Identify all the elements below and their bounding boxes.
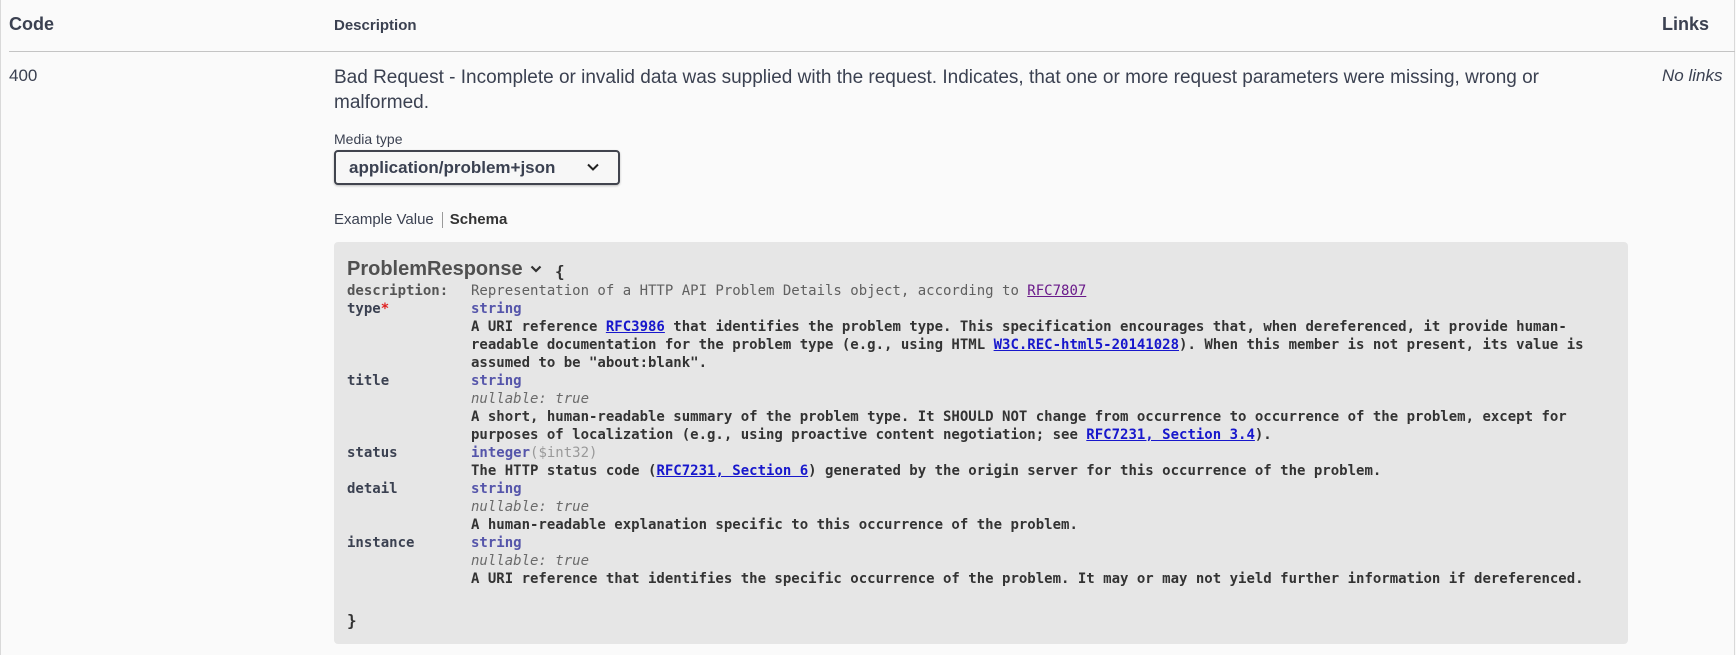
response-code: 400 <box>9 66 38 85</box>
prop-detail-value: string nullable: true A human-readable e… <box>471 480 1611 534</box>
prop-type-datatype: string <box>471 301 522 317</box>
response-links: No links <box>1662 66 1723 85</box>
model-name: ProblemResponse <box>347 258 523 280</box>
model-toggle[interactable]: ProblemResponse <box>347 258 543 280</box>
prop-instance-key: instance <box>347 535 415 551</box>
prop-detail-nullable: nullable: true <box>471 499 590 515</box>
prop-instance-description: A URI reference that identifies the spec… <box>471 571 1584 587</box>
tab-schema[interactable]: Schema <box>450 211 508 228</box>
tab-divider <box>441 211 443 228</box>
media-type-select[interactable]: application/problem+json <box>334 150 620 185</box>
rfc3986-link[interactable]: RFC3986 <box>606 319 665 335</box>
prop-instance-datatype: string <box>471 535 522 551</box>
required-marker: * <box>380 301 390 317</box>
header-code: Code <box>9 14 54 34</box>
prop-type-description: A URI reference RFC3986 that identifies … <box>471 319 1584 371</box>
prop-type-value: string A URI reference RFC3986 that iden… <box>471 300 1611 372</box>
header-description: Description <box>334 17 417 34</box>
prop-status-datatype: integer($int32) <box>471 445 598 461</box>
rfc7231-6-link[interactable]: RFC7231, Section 6 <box>656 463 808 479</box>
prop-status-description: The HTTP status code (RFC7231, Section 6… <box>471 463 1382 479</box>
prop-detail-datatype: string <box>471 481 522 497</box>
chevron-down-icon <box>587 163 599 171</box>
tab-example-value[interactable]: Example Value <box>334 211 434 228</box>
prop-title-nullable: nullable: true <box>471 391 590 407</box>
prop-detail-description: A human-readable explanation specific to… <box>471 517 1078 533</box>
header-links: Links <box>1662 14 1710 34</box>
media-type-label: Media type <box>334 131 403 147</box>
prop-status-key: status <box>347 445 398 461</box>
brace-close: } <box>347 611 357 630</box>
w3c-html5-link[interactable]: W3C.REC-html5-20141028 <box>994 337 1179 353</box>
prop-title-datatype: string <box>471 373 522 389</box>
description-key: description: <box>347 283 449 299</box>
prop-type-key: type* <box>347 301 390 317</box>
prop-status-value: integer($int32) The HTTP status code (RF… <box>471 444 1611 480</box>
media-type-value: application/problem+json <box>349 157 556 177</box>
prop-detail-key: detail <box>347 481 398 497</box>
model-description: Representation of a HTTP API Problem Det… <box>471 283 1087 299</box>
prop-title-key: title <box>347 373 390 389</box>
example-schema-tabs: Example Value Schema <box>334 211 507 228</box>
prop-title-description: A short, human-readable summary of the p… <box>471 409 1567 443</box>
prop-title-value: string nullable: true A short, human-rea… <box>471 372 1611 444</box>
brace-open: { <box>555 262 565 281</box>
chevron-down-icon <box>530 265 541 273</box>
prop-instance-value: string nullable: true A URI reference th… <box>471 534 1611 588</box>
rfc7807-link[interactable]: RFC7807 <box>1027 283 1086 299</box>
responses-panel: Code Description Links 400 Bad Request -… <box>0 0 1735 655</box>
response-description: Bad Request - Incomplete or invalid data… <box>334 67 1540 113</box>
rfc7231-3-4-link[interactable]: RFC7231, Section 3.4 <box>1086 427 1255 443</box>
prop-instance-nullable: nullable: true <box>471 553 590 569</box>
schema-model-box: ProblemResponse { description: Represent… <box>334 242 1628 644</box>
prop-status-format: ($int32) <box>530 445 598 461</box>
header-divider <box>9 51 1735 52</box>
